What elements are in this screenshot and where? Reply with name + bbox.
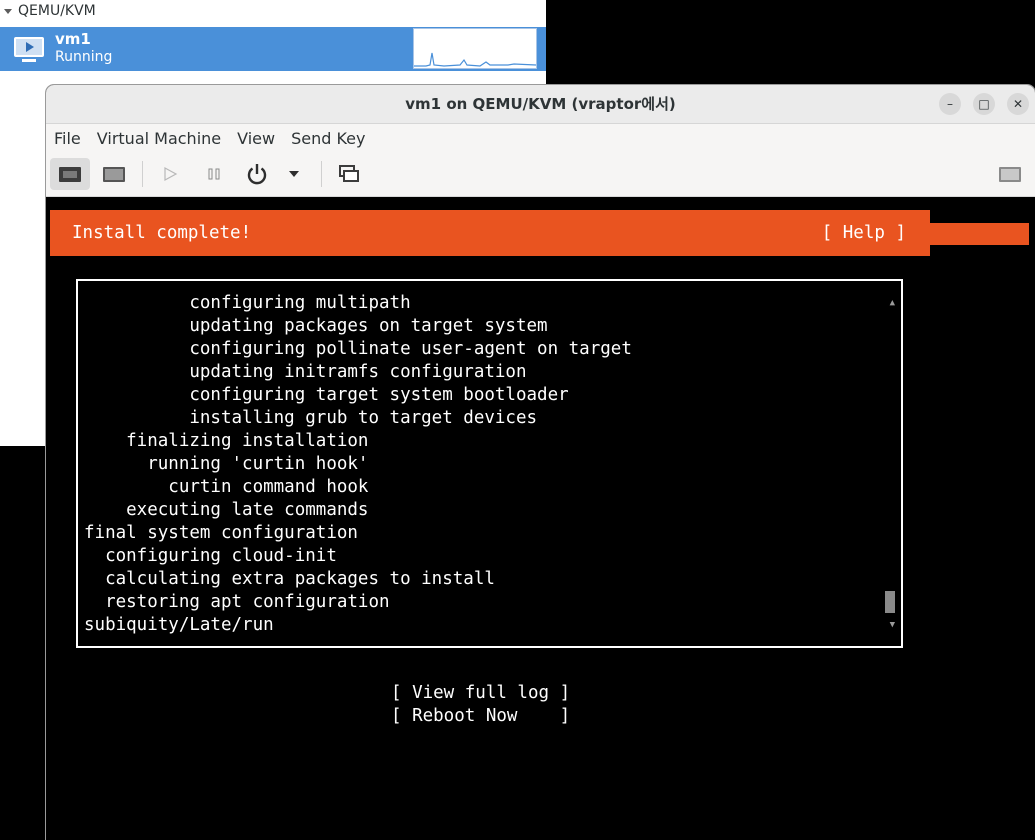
details-icon (103, 166, 125, 182)
toolbar-separator (142, 161, 143, 187)
close-button[interactable]: ✕ (1007, 93, 1029, 115)
log-line: configuring multipath (84, 293, 411, 313)
installer-header: Install complete! [ Help ] (50, 210, 930, 256)
vm-row[interactable]: vm1 Running (0, 27, 546, 71)
connection-label: QEMU/KVM (18, 3, 96, 19)
log-line: finalizing installation (84, 431, 369, 451)
fullscreen-icon (999, 166, 1021, 182)
view-full-log-button[interactable]: [ View full log ] (391, 682, 570, 705)
log-line: subiquity/Late/run (84, 615, 274, 635)
log-line: configuring cloud-init (84, 546, 337, 566)
scroll-down-arrow-icon[interactable]: ▼ (890, 620, 895, 630)
vm-name: vm1 (55, 30, 91, 48)
cpu-usage-graph (413, 28, 537, 69)
chevron-down-icon (289, 171, 299, 177)
menu-file[interactable]: File (46, 124, 89, 153)
log-line: updating initramfs configuration (84, 362, 527, 382)
log-line: installing grub to target devices (84, 408, 538, 428)
log-line: updating packages on target system (84, 316, 548, 336)
menu-bar: File Virtual Machine View Send Key (46, 124, 1035, 153)
menu-view[interactable]: View (229, 124, 283, 153)
header-title: Install complete! (72, 223, 252, 243)
guest-console[interactable]: Install complete! [ Help ] configuring m… (46, 197, 1035, 840)
window-title: vm1 on QEMU/KVM (vraptor에서) (405, 95, 676, 113)
run-button[interactable] (150, 158, 190, 190)
scrollbar-thumb[interactable] (885, 591, 895, 613)
log-line: executing late commands (84, 500, 369, 520)
log-line: configuring target system bootloader (84, 385, 569, 405)
menu-virtual-machine[interactable]: Virtual Machine (89, 124, 229, 153)
header-extension (930, 223, 1029, 245)
log-line: restoring apt configuration (84, 592, 390, 612)
title-bar[interactable]: vm1 on QEMU/KVM (vraptor에서) – □ ✕ (46, 85, 1035, 124)
pause-icon (208, 168, 220, 180)
connection-group[interactable]: QEMU/KVM (0, 0, 96, 22)
log-line: final system configuration (84, 523, 358, 543)
log-line: running 'curtin hook' (84, 454, 369, 474)
details-view-button[interactable] (94, 158, 134, 190)
vm-console-window: vm1 on QEMU/KVM (vraptor에서) – □ ✕ File V… (46, 85, 1035, 840)
toolbar-separator (321, 161, 322, 187)
shutdown-button[interactable] (237, 158, 277, 190)
console-monitor-icon (59, 166, 81, 182)
console-view-button[interactable] (50, 158, 90, 190)
menu-send-key[interactable]: Send Key (283, 124, 373, 153)
scroll-up-arrow-icon[interactable]: ▲ (890, 298, 895, 308)
minimize-button[interactable]: – (939, 93, 961, 115)
shutdown-menu-button[interactable] (280, 158, 308, 190)
vm-status: Running (55, 49, 113, 65)
help-button[interactable]: [ Help ] (822, 210, 906, 256)
run-icon (164, 166, 178, 182)
fullscreen-button[interactable] (990, 158, 1030, 190)
vm-monitor-stand (22, 59, 36, 62)
install-log-box[interactable]: configuring multipath updating packages … (76, 279, 903, 648)
vm-monitor-icon (14, 37, 44, 57)
log-line: configuring pollinate user-agent on targ… (84, 339, 632, 359)
expander-icon[interactable] (4, 8, 12, 14)
snapshots-button[interactable] (329, 158, 369, 190)
log-lines: configuring multipath updating packages … (84, 292, 632, 637)
log-line: curtin command hook (84, 477, 369, 497)
snapshots-icon (339, 165, 359, 182)
reboot-now-button[interactable]: [ Reboot Now ] (391, 705, 570, 728)
cpu-sparkline (414, 52, 537, 67)
pause-button[interactable] (194, 158, 234, 190)
power-icon (247, 164, 267, 185)
log-line: calculating extra packages to install (84, 569, 495, 589)
toolbar (46, 153, 1035, 197)
maximize-button[interactable]: □ (973, 93, 995, 115)
